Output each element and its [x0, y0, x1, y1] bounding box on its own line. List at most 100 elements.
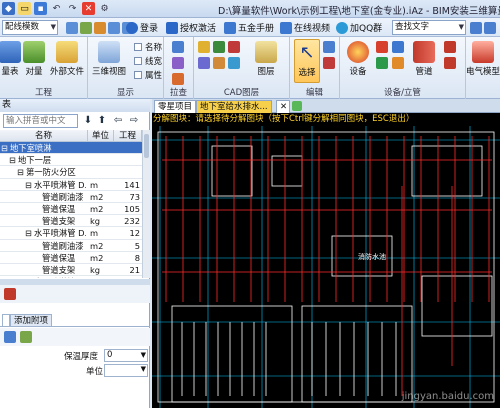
device-tool-4-icon[interactable]: [392, 57, 404, 69]
table-row[interactable]: ⊟ 地下室喷淋: [0, 142, 142, 155]
column-header-name[interactable]: 名称: [0, 130, 88, 142]
insulation-select[interactable]: 0 ▼: [104, 349, 148, 362]
find-text-combo[interactable]: 查找文字 ▼: [392, 20, 466, 35]
unit-select[interactable]: ▼: [104, 364, 148, 377]
select-button[interactable]: ↖ 选择: [294, 39, 320, 83]
open-folder-icon[interactable]: ▭: [18, 2, 31, 15]
tree-toggle-icon[interactable]: [33, 240, 41, 252]
device-tool-2-icon[interactable]: [392, 41, 404, 53]
tree-toggle-icon[interactable]: [33, 264, 41, 276]
forward-icon[interactable]: [80, 21, 92, 34]
electric-model-button[interactable]: 电气模型: [466, 41, 500, 77]
tree-toggle-icon[interactable]: ⊟: [25, 227, 33, 239]
cad-tool-6-icon[interactable]: [228, 57, 240, 69]
new-tab-icon[interactable]: [292, 101, 302, 111]
handbook-button[interactable]: 五金手册: [224, 20, 274, 35]
tree-toggle-icon[interactable]: ⊟: [25, 179, 33, 191]
back-icon[interactable]: [66, 21, 78, 34]
layout-icon[interactable]: [108, 21, 120, 34]
tab-drawing[interactable]: 地下室给水排水...: [196, 100, 272, 113]
edit-tool-2-icon[interactable]: [323, 57, 335, 69]
cad-tool-5-icon[interactable]: [213, 57, 225, 69]
arrow-left-icon[interactable]: ⇦: [112, 115, 124, 127]
device-button[interactable]: 设备: [344, 41, 372, 77]
external-file-button[interactable]: 外部文件: [48, 41, 86, 77]
column-header-qty[interactable]: 工程: [114, 130, 142, 142]
arrow-up-icon[interactable]: ⬆: [96, 115, 108, 127]
table-row[interactable]: 管道刷油漆 m2 73: [0, 191, 142, 203]
table-row[interactable]: ⊟ 水平喷淋管 D.. m 141: [0, 179, 142, 191]
table-row[interactable]: ⊟ 第一防火分区: [0, 166, 142, 179]
pipe-tool-1-icon[interactable]: [444, 41, 456, 53]
delete-icon[interactable]: [4, 288, 16, 300]
cad-canvas[interactable]: 消防水池 jingyan.baidu.com: [152, 126, 500, 408]
name-checkbox[interactable]: 名称: [134, 41, 162, 53]
table-row[interactable]: ⊟水平喷淋管 D.. m 15: [0, 276, 142, 278]
tree-toggle-icon[interactable]: ⊟: [25, 276, 33, 278]
compare-button[interactable]: 对量: [22, 41, 46, 77]
refresh-icon[interactable]: [94, 21, 106, 34]
table-row[interactable]: 管道支架 kg 21: [0, 264, 142, 277]
search-next-icon[interactable]: [484, 21, 496, 34]
undo-icon[interactable]: ↶: [50, 2, 63, 15]
arrow-down-icon[interactable]: ⬇: [82, 115, 94, 127]
list-button[interactable]: 量表: [0, 41, 24, 77]
pipe-tool-2-icon[interactable]: [444, 57, 456, 69]
license-button[interactable]: 授权激活: [166, 20, 216, 35]
cad-tool-1-icon[interactable]: [198, 41, 210, 53]
attribute-checkbox-label: 属性: [145, 71, 163, 81]
table-row[interactable]: 管道支架 kg 232: [0, 215, 142, 228]
cad-tool-4-icon[interactable]: [198, 57, 210, 69]
table-row[interactable]: ⊟ 水平喷淋管 D.. m 12: [0, 227, 142, 240]
edit-tool-1-icon[interactable]: [323, 41, 335, 53]
settings-icon[interactable]: ⚙: [98, 2, 111, 15]
attribute-checkbox[interactable]: 属性: [134, 69, 162, 81]
cad-drawing[interactable]: 消防水池: [152, 126, 500, 408]
cad-tool-2-icon[interactable]: [213, 41, 225, 53]
column-header-unit[interactable]: 单位: [88, 130, 114, 142]
tab-add-item[interactable]: 添加附项: [10, 314, 53, 326]
close-tab-icon[interactable]: ✕: [276, 100, 290, 113]
table-row[interactable]: 管道保温 m2 8: [0, 252, 142, 264]
electric-model-label: 电气模型: [466, 67, 500, 77]
grid-scrollbar[interactable]: [142, 130, 150, 278]
scrollbar-thumb[interactable]: [144, 134, 149, 158]
ribbon: 量表 对量 外部文件 工程 三维视图 名称 线宽 属性 显示 拉查 图层 CAD…: [0, 37, 500, 99]
inspect-icon[interactable]: [172, 73, 184, 85]
device-tool-3-icon[interactable]: [376, 57, 388, 69]
mode-combo[interactable]: 配线模数 ▼: [2, 20, 58, 35]
filter-icon[interactable]: [20, 331, 32, 343]
tree-toggle-icon[interactable]: [33, 215, 41, 227]
qq-group-button[interactable]: 加QQ群: [336, 20, 382, 35]
tree-toggle-icon[interactable]: [33, 191, 41, 203]
tree-toggle-icon[interactable]: [33, 252, 41, 264]
sort-icon[interactable]: [4, 331, 16, 343]
table-row[interactable]: 管道刷油漆 m2 5: [0, 240, 142, 252]
3d-view-button[interactable]: 三维视图: [90, 41, 128, 77]
tree-toggle-icon[interactable]: [33, 203, 41, 215]
cad-tool-3-icon[interactable]: [228, 41, 240, 53]
online-video-button[interactable]: 在线视频: [280, 20, 330, 35]
search-icon[interactable]: [470, 21, 482, 34]
tab-detail[interactable]: [2, 314, 10, 326]
linewidth-checkbox[interactable]: 线宽: [134, 55, 162, 67]
tree-toggle-icon[interactable]: ⊟: [9, 154, 17, 166]
tree-toggle-icon[interactable]: ⊟: [17, 166, 25, 178]
search-bar: ⬇ ⬆ ⇦ ⇨: [0, 113, 150, 129]
measure-icon[interactable]: [172, 57, 184, 69]
arrow-right-icon[interactable]: ⇨: [128, 115, 140, 127]
tab-misc-items[interactable]: 零星项目: [154, 100, 197, 113]
close-doc-icon[interactable]: ✕: [82, 2, 95, 15]
layer-button[interactable]: 图层: [246, 41, 286, 77]
device-tool-1-icon[interactable]: [376, 41, 388, 53]
table-row[interactable]: 管道保温 m2 105: [0, 203, 142, 216]
app-logo-icon[interactable]: ◆: [2, 2, 15, 15]
search-input[interactable]: [3, 114, 78, 128]
save-icon[interactable]: ▪: [34, 2, 47, 15]
check-icon[interactable]: [172, 41, 184, 53]
tree-toggle-icon[interactable]: ⊟: [1, 142, 9, 154]
redo-icon[interactable]: ↷: [66, 2, 79, 15]
login-button[interactable]: 登录: [126, 20, 158, 35]
table-row[interactable]: ⊟ 地下一层: [0, 154, 142, 167]
pipe-button[interactable]: 管道: [410, 41, 438, 77]
